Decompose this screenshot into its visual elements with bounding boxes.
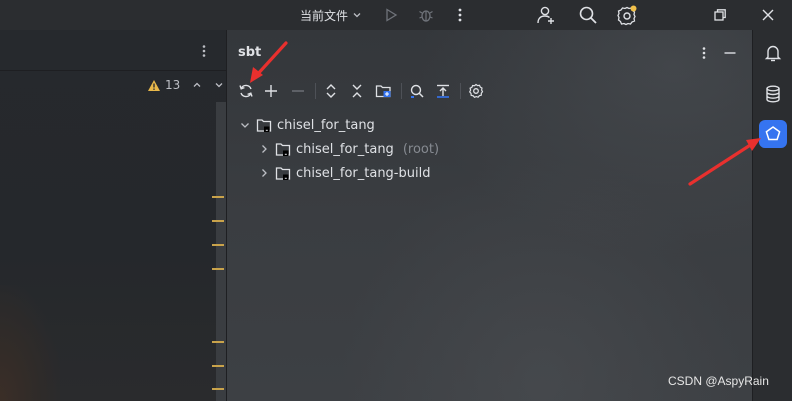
- toolbar-separator: [460, 83, 461, 99]
- chevron-right-icon[interactable]: [258, 143, 270, 155]
- module-folder-icon: [275, 142, 291, 157]
- more-vertical-icon[interactable]: [695, 44, 713, 62]
- settings-icon[interactable]: [465, 80, 487, 102]
- tree-node-child[interactable]: chisel_for_tang (root): [258, 138, 439, 160]
- toolbar-separator: [315, 83, 316, 99]
- chevron-right-icon[interactable]: [258, 167, 270, 179]
- warning-icon: [147, 79, 161, 92]
- toggle-offline-icon[interactable]: [432, 80, 454, 102]
- close-icon[interactable]: [757, 4, 779, 26]
- background-image: [0, 285, 60, 401]
- chevron-down-icon: [352, 10, 362, 20]
- run-icon[interactable]: [380, 4, 402, 26]
- title-bar: 当前文件: [0, 0, 792, 30]
- warning-marker[interactable]: [212, 220, 224, 222]
- warning-marker[interactable]: [212, 365, 224, 367]
- tree-node-label: chisel_for_tang: [296, 141, 394, 157]
- notifications-icon[interactable]: [759, 39, 787, 67]
- module-folder-icon: [256, 118, 272, 133]
- module-folder-icon: [275, 166, 291, 181]
- minimize-icon[interactable]: [721, 44, 739, 62]
- sbt-tool-window: sbt chisel_for_tang chisel_for_tang (roo…: [227, 30, 752, 401]
- editor-scrollbar[interactable]: [216, 102, 226, 401]
- inspection-bar: 13: [0, 74, 227, 102]
- right-tool-strip: [752, 30, 792, 401]
- inspection-count: 13: [165, 78, 181, 92]
- remove-icon[interactable]: [287, 80, 309, 102]
- warning-marker[interactable]: [212, 388, 224, 390]
- sbt-icon[interactable]: [759, 120, 787, 148]
- toolbar-separator: [401, 83, 402, 99]
- chevron-down-icon[interactable]: [239, 119, 251, 131]
- watermark: CSDN @AspyRain: [668, 374, 769, 388]
- tree-node-label: chisel_for_tang: [277, 117, 375, 133]
- analyze-icon[interactable]: [406, 80, 428, 102]
- expand-all-icon[interactable]: [320, 80, 342, 102]
- settings-icon[interactable]: [616, 4, 638, 26]
- restore-window-icon[interactable]: [709, 4, 731, 26]
- warning-marker[interactable]: [212, 196, 224, 198]
- warning-marker[interactable]: [212, 244, 224, 246]
- warning-marker[interactable]: [212, 268, 224, 270]
- run-config-selector[interactable]: 当前文件: [300, 6, 362, 24]
- tree-node-label: chisel_for_tang-build: [296, 165, 431, 181]
- editor-panel: 13: [0, 30, 227, 401]
- warning-marker[interactable]: [212, 341, 224, 343]
- editor-tab-bar: [0, 30, 227, 71]
- tree-node-root[interactable]: chisel_for_tang: [239, 114, 375, 136]
- chevron-down-icon[interactable]: [214, 80, 224, 90]
- search-icon[interactable]: [577, 4, 599, 26]
- tree-node-hint: (root): [402, 141, 440, 157]
- add-user-icon[interactable]: [535, 4, 557, 26]
- collapse-all-icon[interactable]: [346, 80, 368, 102]
- more-vertical-icon[interactable]: [197, 44, 211, 58]
- debug-icon[interactable]: [415, 4, 437, 26]
- reload-icon[interactable]: [235, 80, 257, 102]
- more-vertical-icon[interactable]: [449, 4, 471, 26]
- sbt-panel-title: sbt: [238, 45, 262, 60]
- tree-node-child[interactable]: chisel_for_tang-build: [258, 162, 430, 184]
- inspection-widget[interactable]: 13: [147, 78, 224, 92]
- open-config-icon[interactable]: [373, 80, 395, 102]
- run-config-label: 当前文件: [300, 8, 349, 23]
- add-icon[interactable]: [260, 80, 282, 102]
- chevron-up-icon[interactable]: [192, 80, 202, 90]
- database-icon[interactable]: [759, 80, 787, 108]
